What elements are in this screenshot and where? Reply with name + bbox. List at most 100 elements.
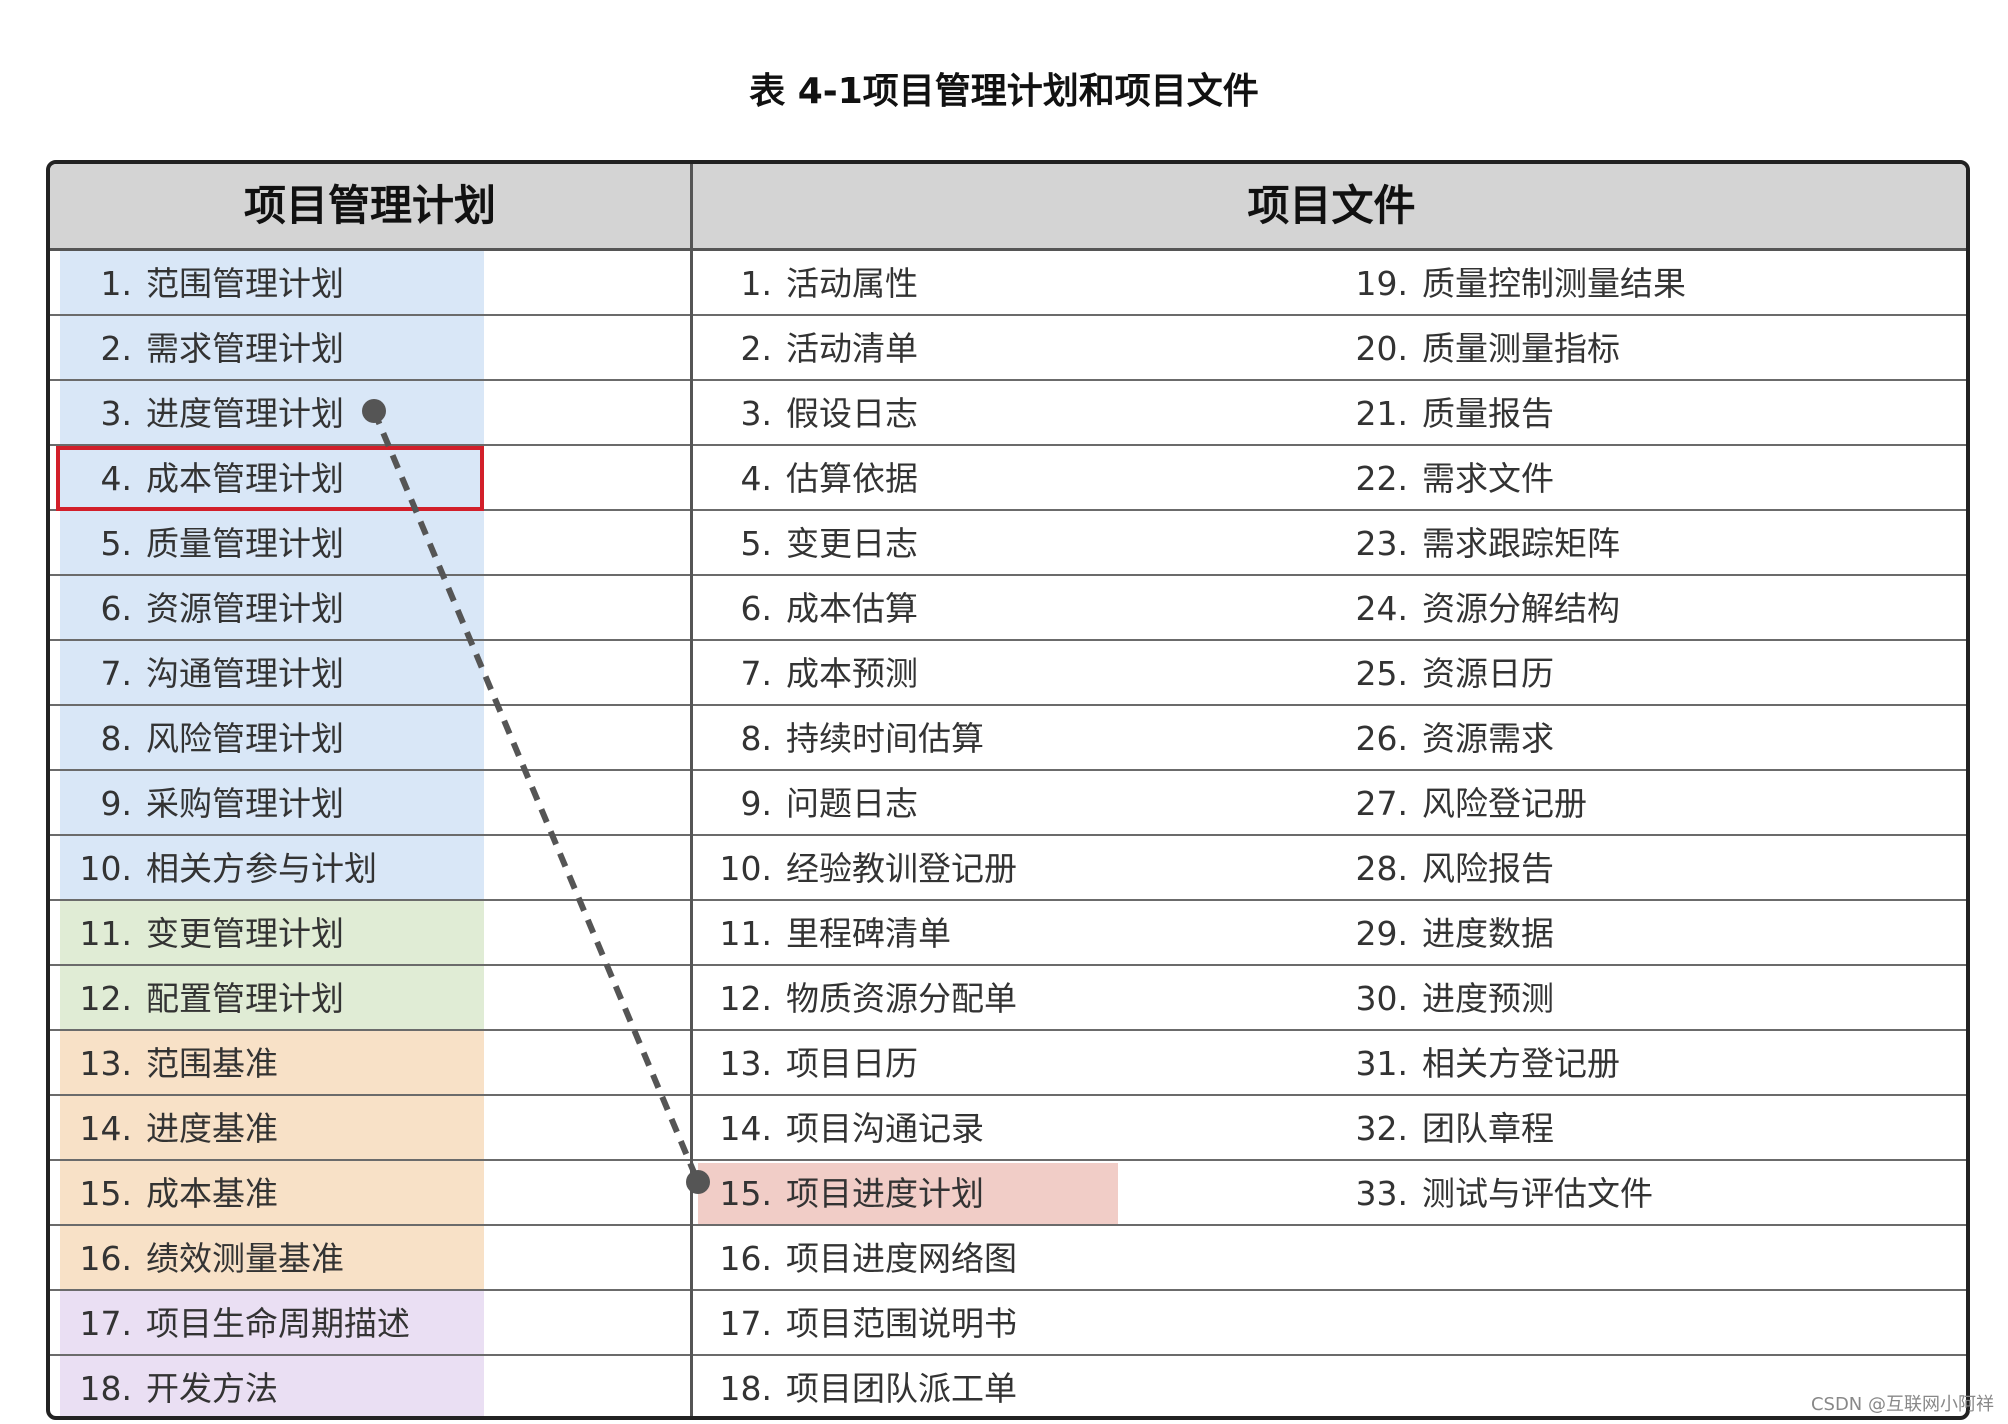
table-header-row: 项目管理计划 项目文件 (50, 164, 1966, 251)
item-label: 经验教训登记册 (786, 849, 1017, 888)
item-number: 16. (79, 1239, 132, 1278)
table-row: 13. 范围基准 13. 项目日历 31. 相关方登记册 (50, 1031, 1966, 1096)
document-item: 6. 成本估算 (714, 576, 1294, 641)
item-number: 7. (740, 654, 773, 693)
table-row: 1. 范围管理计划 1. 活动属性 19. 质量控制测量结果 (50, 251, 1966, 316)
item-number: 20. (1355, 329, 1408, 368)
item-label: 质量测量指标 (1422, 329, 1620, 368)
plan-item: 17. 项目生命周期描述 (74, 1291, 454, 1356)
item-label: 沟通管理计划 (146, 654, 344, 693)
document-item: 32. 团队章程 (1350, 1096, 1930, 1161)
item-number: 21. (1355, 394, 1408, 433)
item-number: 1. (100, 264, 133, 303)
item-number: 29. (1355, 914, 1408, 953)
plan-item: 14. 进度基准 (74, 1096, 454, 1161)
item-number: 13. (719, 1044, 772, 1083)
item-label: 需求文件 (1422, 459, 1554, 498)
item-number: 15. (719, 1174, 772, 1213)
item-number: 5. (100, 524, 133, 563)
item-label: 测试与评估文件 (1422, 1174, 1653, 1213)
item-label: 采购管理计划 (146, 784, 344, 823)
plan-item: 7. 沟通管理计划 (74, 641, 454, 706)
table-row: 3. 进度管理计划 3. 假设日志 21. 质量报告 (50, 381, 1966, 446)
item-number: 6. (100, 589, 133, 628)
item-number: 26. (1355, 719, 1408, 758)
table-row: 15. 成本基准 15. 项目进度计划 33. 测试与评估文件 (50, 1161, 1966, 1226)
item-number: 13. (79, 1044, 132, 1083)
document-item: 28. 风险报告 (1350, 836, 1930, 901)
item-label: 变更管理计划 (146, 914, 344, 953)
item-label: 活动属性 (786, 264, 918, 303)
header-project-management-plan: 项目管理计划 (243, 181, 496, 230)
item-label: 成本管理计划 (146, 459, 344, 498)
document-item: 23. 需求跟踪矩阵 (1350, 511, 1930, 576)
document-item: 7. 成本预测 (714, 641, 1294, 706)
table-row: 9. 采购管理计划 9. 问题日志 27. 风险登记册 (50, 771, 1966, 836)
document-item: 25. 资源日历 (1350, 641, 1930, 706)
table-row: 4. 成本管理计划 4. 估算依据 22. 需求文件 (50, 446, 1966, 511)
document-item: 30. 进度预测 (1350, 966, 1930, 1031)
item-label: 进度数据 (1422, 914, 1554, 953)
item-number: 11. (719, 914, 772, 953)
column-divider (690, 164, 693, 1416)
item-number: 9. (100, 784, 133, 823)
document-item: 11. 里程碑清单 (714, 901, 1294, 966)
item-label: 范围基准 (146, 1044, 278, 1083)
item-label: 变更日志 (786, 524, 918, 563)
document-item: 24. 资源分解结构 (1350, 576, 1930, 641)
item-number: 6. (740, 589, 773, 628)
item-number: 31. (1355, 1044, 1408, 1083)
table-row: 16. 绩效测量基准 16. 项目进度网络图 (50, 1226, 1966, 1291)
document-item: 20. 质量测量指标 (1350, 316, 1930, 381)
item-number: 30. (1355, 979, 1408, 1018)
item-label: 问题日志 (786, 784, 918, 823)
plan-item: 11. 变更管理计划 (74, 901, 454, 966)
document-item: 16. 项目进度网络图 (714, 1226, 1294, 1291)
item-label: 假设日志 (786, 394, 918, 433)
item-label: 质量管理计划 (146, 524, 344, 563)
item-label: 里程碑清单 (786, 914, 951, 953)
table-row: 11. 变更管理计划 11. 里程碑清单 29. 进度数据 (50, 901, 1966, 966)
plan-item: 3. 进度管理计划 (74, 381, 454, 446)
document-item: 12. 物质资源分配单 (714, 966, 1294, 1031)
table-row: 6. 资源管理计划 6. 成本估算 24. 资源分解结构 (50, 576, 1966, 641)
item-number: 2. (740, 329, 773, 368)
item-number: 11. (79, 914, 132, 953)
plan-docs-table: 项目管理计划 项目文件 1. 范围管理计划 1. 活动属性 19. 质量控制测量结果 2. 需… (46, 160, 1970, 1420)
item-number: 12. (79, 979, 132, 1018)
item-number: 10. (719, 849, 772, 888)
header-project-documents: 项目文件 (1247, 181, 1416, 230)
document-item (1350, 1291, 1930, 1356)
document-item: 5. 变更日志 (714, 511, 1294, 576)
item-label: 持续时间估算 (786, 719, 984, 758)
item-label: 绩效测量基准 (146, 1239, 344, 1278)
plan-item: 6. 资源管理计划 (74, 576, 454, 641)
item-number: 24. (1355, 589, 1408, 628)
plan-item: 12. 配置管理计划 (74, 966, 454, 1031)
item-number: 10. (79, 849, 132, 888)
table-row: 8. 风险管理计划 8. 持续时间估算 26. 资源需求 (50, 706, 1966, 771)
item-number: 17. (719, 1304, 772, 1343)
item-label: 进度管理计划 (146, 394, 344, 433)
table-title: 表 4-1项目管理计划和项目文件 (749, 71, 1259, 112)
plan-item: 15. 成本基准 (74, 1161, 454, 1226)
document-item: 14. 项目沟通记录 (714, 1096, 1294, 1161)
item-number: 14. (719, 1109, 772, 1148)
item-label: 项目团队派工单 (786, 1369, 1017, 1408)
document-item: 15. 项目进度计划 (714, 1161, 1294, 1226)
item-number: 32. (1355, 1109, 1408, 1148)
document-item: 19. 质量控制测量结果 (1350, 251, 1930, 316)
plan-item: 5. 质量管理计划 (74, 511, 454, 576)
item-number: 4. (740, 459, 773, 498)
item-label: 项目生命周期描述 (146, 1304, 410, 1343)
item-label: 质量控制测量结果 (1422, 264, 1686, 303)
plan-item: 18. 开发方法 (74, 1356, 454, 1416)
plan-item: 4. 成本管理计划 (74, 446, 454, 511)
item-label: 资源管理计划 (146, 589, 344, 628)
item-number: 19. (1355, 264, 1408, 303)
document-item: 22. 需求文件 (1350, 446, 1930, 511)
table-row: 12. 配置管理计划 12. 物质资源分配单 30. 进度预测 (50, 966, 1966, 1031)
document-item: 10. 经验教训登记册 (714, 836, 1294, 901)
plan-item: 13. 范围基准 (74, 1031, 454, 1096)
item-label: 估算依据 (786, 459, 918, 498)
